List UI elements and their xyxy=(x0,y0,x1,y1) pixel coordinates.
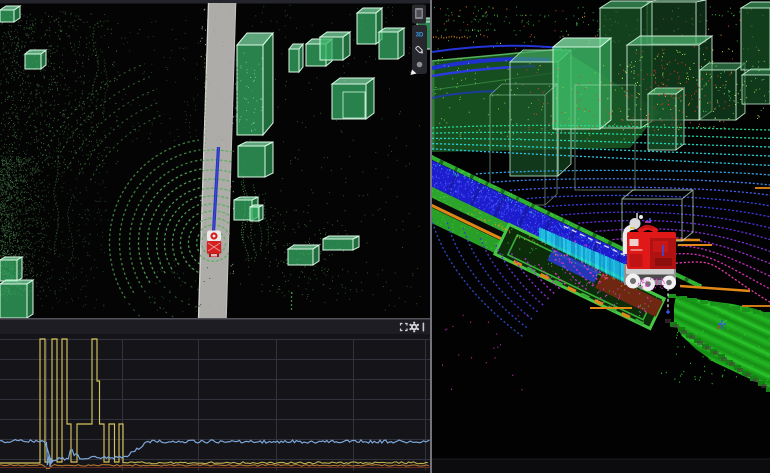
svg-text:3D: 3D xyxy=(416,33,424,39)
